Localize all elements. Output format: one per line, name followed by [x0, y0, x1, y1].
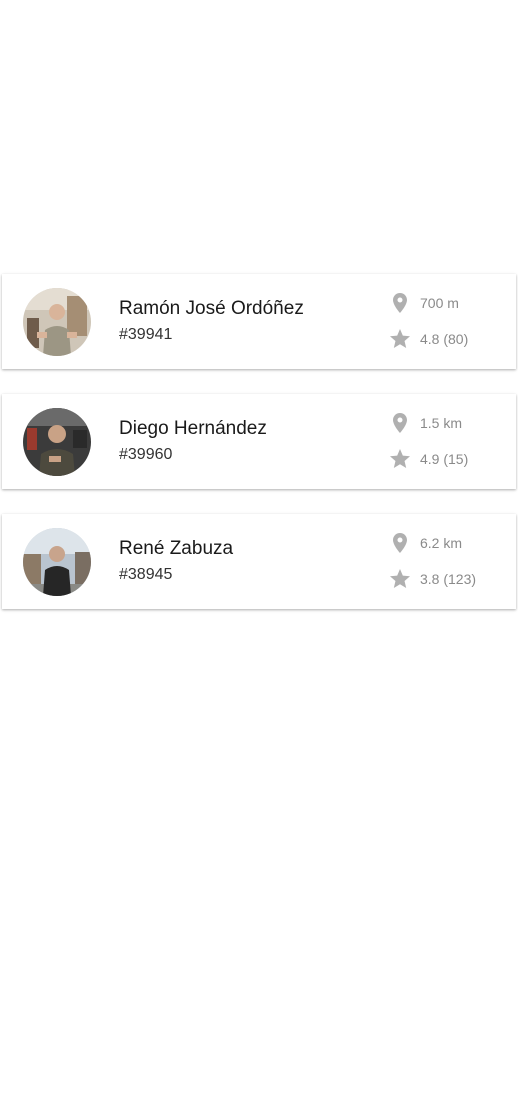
worker-name: Diego Hernández: [119, 418, 267, 439]
worker-code: #39960: [119, 446, 173, 463]
worker-card[interactable]: Diego Hernández #39960 1.5 km 4.9 (15): [2, 394, 516, 489]
avatar: [23, 528, 91, 596]
distance-row: 1.5 km: [388, 411, 462, 435]
worker-card[interactable]: René Zabuza #38945 6.2 km 3.8 (123): [2, 514, 516, 609]
rating-row: 4.9 (15): [388, 447, 468, 471]
star-icon: [388, 567, 412, 591]
rating-text: 3.8 (123): [420, 571, 477, 587]
worker-code: #38945: [119, 566, 173, 583]
worker-name: René Zabuza: [119, 538, 234, 559]
star-icon: [388, 447, 412, 471]
distance-row: 700 m: [388, 291, 459, 315]
location-pin-icon: [388, 411, 412, 435]
star-icon: [388, 327, 412, 351]
location-pin-icon: [388, 531, 412, 555]
rating-text: 4.8 (80): [420, 331, 469, 347]
rating-text: 4.9 (15): [420, 451, 469, 467]
rating-row: 3.8 (123): [388, 567, 476, 591]
location-pin-icon: [388, 291, 412, 315]
worker-list: Ramón José Ordóñez #39941 700 m 4.8 (80): [2, 274, 516, 634]
distance-text: 1.5 km: [420, 415, 463, 431]
distance-text: 6.2 km: [420, 535, 463, 551]
rating-row: 4.8 (80): [388, 327, 468, 351]
distance-row: 6.2 km: [388, 531, 462, 555]
avatar: [23, 408, 91, 476]
worker-name: Ramón José Ordóñez: [119, 298, 304, 319]
worker-code: #39941: [119, 326, 173, 343]
worker-card[interactable]: Ramón José Ordóñez #39941 700 m 4.8 (80): [2, 274, 516, 369]
distance-text: 700 m: [420, 295, 459, 311]
avatar: [23, 288, 91, 356]
